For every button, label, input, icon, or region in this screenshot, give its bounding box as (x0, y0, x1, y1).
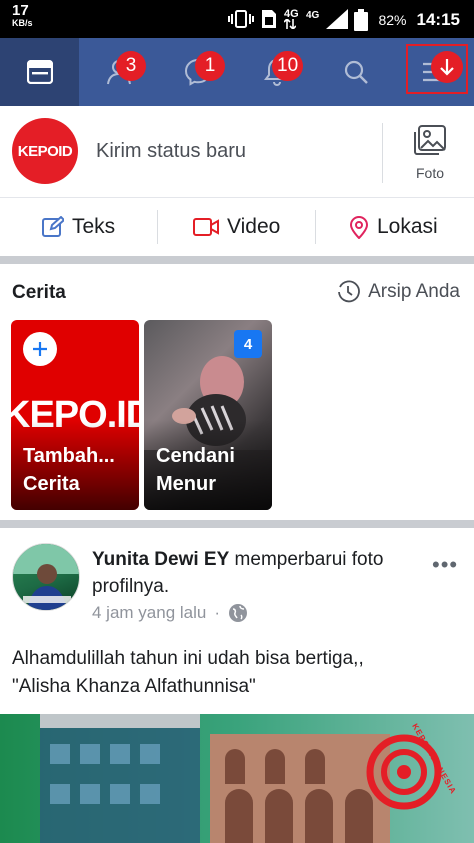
location-pin-icon (349, 216, 369, 239)
photo-icon (414, 125, 446, 155)
profile-avatar-logo[interactable]: KEPOID (12, 118, 78, 184)
nav-tab-news-feed[interactable] (0, 38, 79, 106)
story-label-line2: Menur (156, 473, 216, 495)
post-author-avatar[interactable] (12, 543, 80, 611)
photo-button[interactable]: Foto (392, 124, 468, 184)
post-text-line2: "Alisha Khanza Alfathunnisa" (12, 676, 256, 697)
network-type-icon: 4G (284, 9, 299, 29)
story-label-line1: Tambah... (23, 445, 115, 467)
story-label: Cendani Menur (156, 442, 235, 498)
notifications-badge: 10 (272, 51, 304, 81)
post-text: Alhamdulillah tahun ini udah bisa bertig… (12, 645, 462, 701)
network-speed-value: 17 (12, 2, 29, 19)
search-icon (344, 60, 368, 84)
video-icon (193, 218, 219, 236)
messages-badge: 1 (195, 51, 225, 81)
story-card-friend[interactable]: 4 Cendani Menur (144, 320, 272, 510)
post-timestamp[interactable]: 4 jam yang lalu (92, 603, 206, 623)
edit-icon (42, 216, 64, 237)
clock: 14:15 (416, 10, 460, 29)
plus-icon (33, 342, 47, 356)
composer-divider (382, 123, 383, 183)
battery-icon (354, 9, 369, 31)
vibrate-icon (228, 10, 254, 28)
globe-icon (229, 604, 248, 622)
story-card-add[interactable]: KEPO.ID Tambah... Cerita (11, 320, 139, 510)
nav-tab-search[interactable] (316, 38, 395, 106)
section-separator (0, 520, 474, 528)
post-type-video-button[interactable]: Video (193, 198, 280, 256)
battery-percent: 82% (378, 12, 407, 28)
status-input[interactable]: Kirim status baru (96, 140, 246, 163)
post-text-line1: Alhamdulillah tahun ini udah bisa bertig… (12, 648, 364, 669)
divider (315, 210, 316, 244)
post-type-text-label: Teks (72, 215, 116, 238)
photo-label: Foto (415, 165, 444, 181)
clock-archive-icon (338, 280, 360, 303)
logo-text: KEPOID (17, 142, 73, 160)
stories-title: Cerita (12, 282, 66, 303)
add-story-button[interactable] (23, 332, 57, 366)
network-speed-unit: KB/s (12, 18, 33, 28)
post-header-text: Yunita Dewi EY memperbarui foto profilny… (92, 546, 432, 600)
status-icons: 4G 4G (228, 9, 348, 29)
post-more-options-button[interactable]: ••• (432, 552, 458, 578)
signal-arrows-icon (284, 19, 296, 29)
post-type-text-button[interactable]: Teks (42, 198, 115, 256)
sim-card-icon (262, 10, 276, 28)
top-nav-bar: 3 1 10 (0, 38, 474, 106)
news-feed-icon (26, 60, 53, 84)
post-type-location-button[interactable]: Lokasi (349, 198, 438, 256)
story-label-line1: Cendani (156, 445, 235, 467)
story-label-line2: Cerita (23, 473, 80, 495)
status-right: 82% 14:15 (354, 9, 460, 31)
post-photo (0, 714, 474, 843)
post-type-video-label: Video (227, 215, 281, 238)
post-meta: 4 jam yang lalu · (92, 603, 248, 623)
arrow-down-icon (440, 59, 454, 76)
friends-badge: 3 (116, 51, 146, 81)
svg-text:4G: 4G (306, 10, 320, 21)
signal-icon: 4G (306, 9, 348, 29)
status-bar: 17 KB/s 4G 4G 82% 14:15 (0, 0, 474, 38)
post-type-location-label: Lokasi (377, 215, 438, 238)
archive-link[interactable]: Arsip Anda (336, 280, 460, 304)
section-separator (0, 256, 474, 264)
meta-dot: · (214, 603, 221, 622)
post-author-name[interactable]: Yunita Dewi EY (92, 549, 229, 570)
divider (157, 210, 158, 244)
story-label: Tambah... Cerita (23, 442, 115, 498)
story-count-badge: 4 (234, 330, 262, 358)
download-button[interactable] (431, 51, 463, 83)
avatar-photo (13, 544, 79, 610)
archive-label: Arsip Anda (368, 281, 460, 302)
network-type-label: 4G (284, 8, 299, 20)
post-image[interactable]: KEPOINDONESIA (0, 714, 474, 843)
network-speed: 17 KB/s (12, 2, 33, 30)
